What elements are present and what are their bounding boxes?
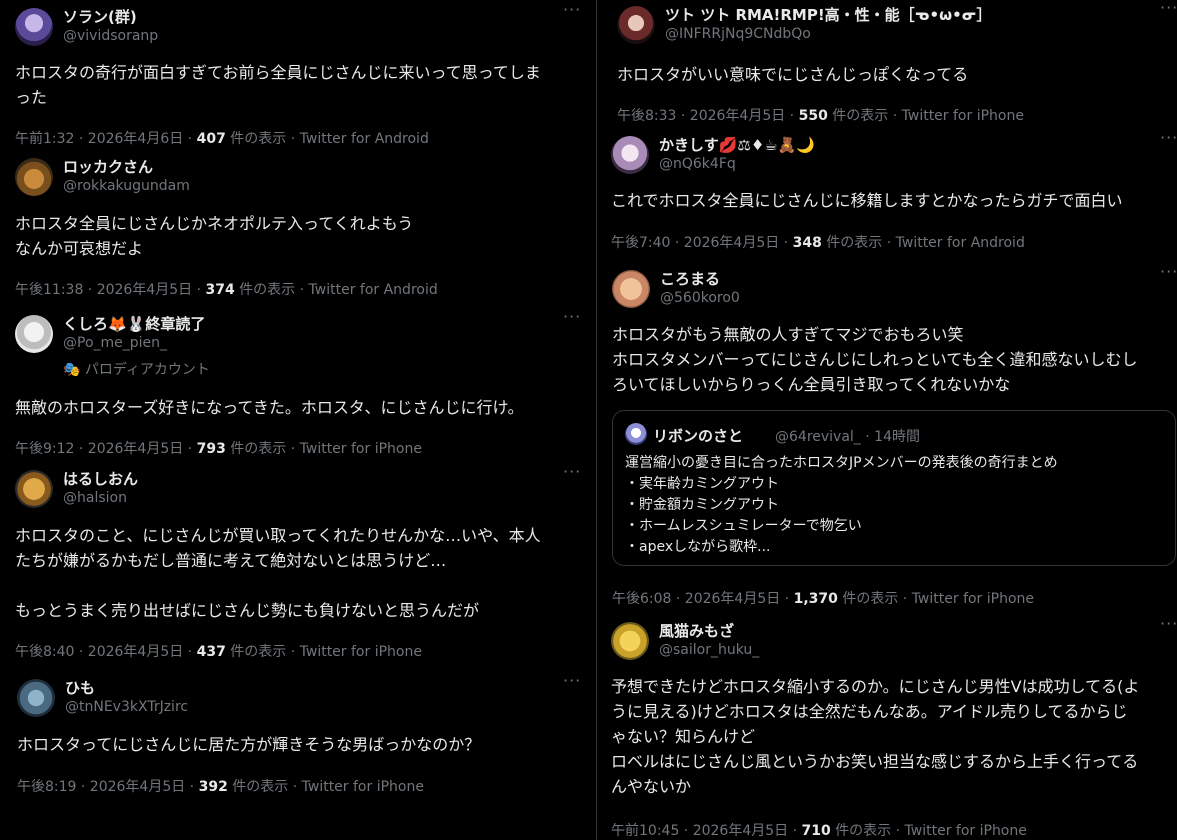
tweet-meta: 午後8:40 · 2026年4月5日 · 437 件の表示 · Twitter … bbox=[15, 644, 422, 660]
avatar[interactable] bbox=[612, 270, 650, 308]
view-count: 710 bbox=[801, 823, 831, 839]
quoted-text: 運営縮小の憂き目に合ったホロスタJPメンバーの発表後の奇行まとめ ・実年齢カミン… bbox=[625, 455, 1058, 555]
display-name[interactable]: ソラン(群) bbox=[63, 6, 137, 27]
user-handle[interactable]: @halsion bbox=[63, 490, 127, 506]
user-handle[interactable]: @vividsoranp bbox=[63, 28, 158, 44]
column-divider bbox=[596, 0, 597, 840]
user-handle[interactable]: @tnNEv3kXTrJzirc bbox=[65, 699, 188, 715]
user-handle[interactable]: @Po_me_pien_ bbox=[63, 335, 167, 351]
more-options-icon[interactable]: ··· bbox=[1160, 128, 1177, 147]
more-options-icon[interactable]: ··· bbox=[563, 307, 581, 326]
avatar[interactable] bbox=[611, 136, 649, 174]
tweet-meta: 午後7:40 · 2026年4月5日 · 348 件の表示 · Twitter … bbox=[611, 235, 1025, 251]
tweet-meta: 午後6:08 · 2026年4月5日 · 1,370 件の表示 · Twitte… bbox=[612, 591, 1035, 607]
more-options-icon[interactable]: ··· bbox=[563, 0, 581, 19]
tweet-text: 予想できたけどホロスタ縮小するのか。にじさんじ男性Vは成功してる(よ うに見える… bbox=[611, 677, 1140, 796]
tweet-text: ホロスタってにじさんじに居た方が輝きそうな男ばっかなのか？ bbox=[17, 735, 481, 754]
avatar[interactable] bbox=[15, 315, 53, 353]
tweet-meta: 午前10:45 · 2026年4月5日 · 710 件の表示 · Twitter… bbox=[611, 823, 1027, 839]
more-options-icon[interactable]: ··· bbox=[1160, 614, 1177, 633]
tweet-text: ホロスタの奇行が面白すぎてお前ら全員にじさんじに来いって思ってしま った bbox=[15, 63, 541, 107]
view-count: 793 bbox=[196, 441, 226, 457]
more-options-icon[interactable]: ··· bbox=[563, 462, 581, 481]
quoted-display-name: リボンのさと bbox=[653, 427, 744, 445]
view-count: 1,370 bbox=[793, 591, 838, 607]
tweet-meta: 午後9:12 · 2026年4月5日 · 793 件の表示 · Twitter … bbox=[15, 441, 422, 457]
tweet-text: ホロスタがもう無敵の人すぎてマジでおもろい笑 ホロスタメンバーってにじさんじにし… bbox=[612, 325, 1138, 394]
display-name[interactable]: ツト ツト RMA!RMP!高・性・能［ᓀ•ω•ᓂ］ bbox=[665, 4, 992, 25]
parody-account-label: 🎭 パロディアカウント bbox=[63, 362, 210, 378]
user-handle[interactable]: @sailor_huku_ bbox=[659, 642, 759, 658]
more-options-icon[interactable]: ··· bbox=[1160, 0, 1177, 17]
view-count: 550 bbox=[798, 108, 828, 124]
more-options-icon[interactable]: ··· bbox=[1160, 262, 1177, 281]
tweet-meta: 午前1:32 · 2026年4月6日 · 407 件の表示 · Twitter … bbox=[15, 131, 429, 147]
quoted-handle: @64revival_ · 14時間 bbox=[775, 429, 920, 445]
quoted-tweet[interactable]: リボンのさと @64revival_ · 14時間 運営縮小の憂き目に合ったホロ… bbox=[612, 410, 1176, 566]
tweet-meta: 午後8:33 · 2026年4月5日 · 550 件の表示 · Twitter … bbox=[617, 108, 1024, 124]
view-count: 374 bbox=[205, 282, 235, 298]
tweet-meta: 午後11:38 · 2026年4月5日 · 374 件の表示 · Twitter… bbox=[15, 282, 438, 298]
tweet-text: これでホロスタ全員にじさんじに移籍しますとかなったらガチで面白い bbox=[611, 191, 1123, 210]
user-handle[interactable]: @nQ6k4Fq bbox=[659, 156, 736, 172]
view-count: 392 bbox=[198, 779, 228, 795]
tweet-text: ホロスタがいい意味でにじさんじっぽくなってる bbox=[617, 65, 969, 84]
quoted-avatar bbox=[625, 423, 647, 445]
display-name[interactable]: 風猫みもざ bbox=[659, 620, 734, 641]
avatar[interactable] bbox=[611, 622, 649, 660]
more-options-icon[interactable]: ··· bbox=[563, 671, 581, 690]
display-name[interactable]: ひも bbox=[65, 677, 95, 698]
user-handle[interactable]: @560koro0 bbox=[660, 290, 740, 306]
tweet-text: ホロスタのこと、にじさんじが買い取ってくれたりせんかな…いや、本人 たちが嫌がる… bbox=[15, 526, 541, 620]
user-handle[interactable]: @rokkakugundam bbox=[63, 178, 190, 194]
user-handle[interactable]: @INFRRjNq9CNdbQo bbox=[665, 26, 811, 42]
view-count: 437 bbox=[196, 644, 226, 660]
display-name[interactable]: ロッカクさん bbox=[63, 156, 153, 177]
avatar[interactable] bbox=[15, 8, 53, 46]
tweet-meta: 午後8:19 · 2026年4月5日 · 392 件の表示 · Twitter … bbox=[17, 779, 424, 795]
tweet-text: ホロスタ全員にじさんじかネオポルテ入ってくれよもう なんか可哀想だよ bbox=[15, 214, 414, 258]
avatar[interactable] bbox=[15, 470, 53, 508]
display-name[interactable]: かきしす💋⚖♦☕🧸🌙 bbox=[659, 134, 815, 155]
display-name[interactable]: くしろ🦊🐰終章読了 bbox=[63, 313, 205, 334]
display-name[interactable]: はるしおん bbox=[63, 468, 138, 489]
avatar[interactable] bbox=[15, 158, 53, 196]
view-count: 348 bbox=[792, 235, 822, 251]
view-count: 407 bbox=[196, 131, 226, 147]
avatar[interactable] bbox=[17, 679, 55, 717]
avatar[interactable] bbox=[617, 6, 655, 44]
display-name[interactable]: ころまる bbox=[660, 268, 720, 289]
tweet-text: 無敵のホロスターズ好きになってきた。ホロスタ、にじさんじに行け。 bbox=[15, 398, 524, 417]
